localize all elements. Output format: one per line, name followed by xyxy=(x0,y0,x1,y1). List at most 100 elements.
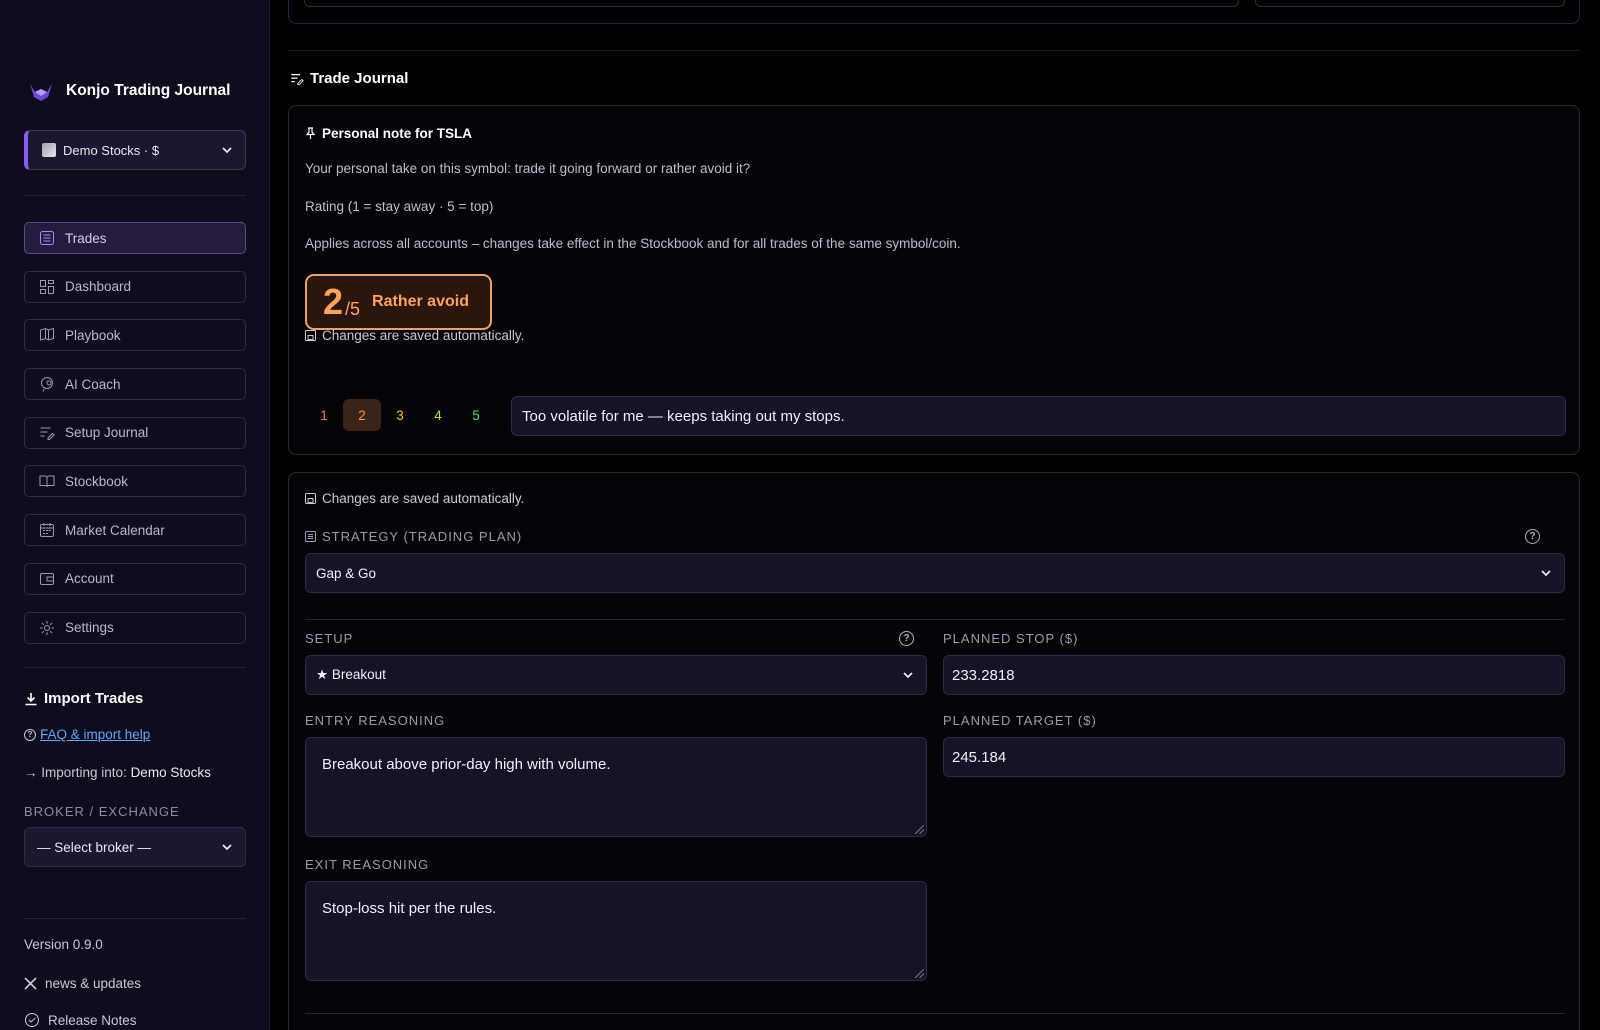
brand-name: Konjo Trading Journal xyxy=(66,82,231,99)
help-icon[interactable]: ? xyxy=(899,631,914,646)
divider xyxy=(305,1013,1565,1014)
entry-reasoning-textarea[interactable]: Breakout above prior-day high with volum… xyxy=(305,737,927,837)
rating-button-1[interactable]: 1 xyxy=(305,399,343,431)
trading-plan-card: Changes are saved automatically. STRATEG… xyxy=(288,472,1580,1030)
setup-label: SETUP xyxy=(305,631,354,646)
resize-handle-icon[interactable] xyxy=(915,825,924,834)
rating-badge: 2 /5 Rather avoid xyxy=(305,274,492,330)
divider xyxy=(24,195,246,196)
nav-item-trades[interactable]: Trades xyxy=(24,222,246,254)
x-logo-icon xyxy=(24,977,37,990)
version: Version 0.9.0 xyxy=(24,937,103,952)
rating-button-2[interactable]: 2 xyxy=(343,399,381,431)
import-trades-title: Import Trades xyxy=(24,690,143,707)
exit-reasoning-text: Stop-loss hit per the rules. xyxy=(322,900,497,917)
nav-item-settings[interactable]: Settings xyxy=(24,611,246,644)
broker-select[interactable]: — Select broker — xyxy=(24,827,246,867)
planned-stop-label: PLANNED STOP ($) xyxy=(943,631,1079,646)
divider xyxy=(24,667,246,668)
resize-handle-icon[interactable] xyxy=(915,969,924,978)
nav-label: Stockbook xyxy=(65,473,129,489)
rating-value: 2 xyxy=(323,281,344,322)
rating-max: /5 xyxy=(345,298,361,319)
divider xyxy=(24,918,246,919)
previous-input[interactable] xyxy=(304,0,1239,7)
import-trades-label: Import Trades xyxy=(44,690,144,707)
arrow-right-icon: → xyxy=(24,765,42,780)
rating-button-label: 4 xyxy=(434,407,442,423)
broker-label: BROKER / EXCHANGE xyxy=(24,804,180,819)
planned-stop-input[interactable]: 233.2818 xyxy=(943,655,1565,695)
rating-button-label: 3 xyxy=(396,407,404,423)
autosave-text: Changes are saved automatically. xyxy=(322,491,525,506)
rating-button-label: 2 xyxy=(358,407,366,423)
nav-item-ai-coach[interactable]: AI Coach xyxy=(24,368,246,401)
exit-reasoning-label: EXIT REASONING xyxy=(305,857,430,872)
rating-button-3[interactable]: 3 xyxy=(381,399,419,431)
strategy-label: STRATEGY (TRADING PLAN) xyxy=(305,529,522,544)
list-icon xyxy=(40,231,54,245)
chevron-down-icon xyxy=(903,672,913,679)
previous-input[interactable] xyxy=(1255,0,1565,7)
trade-journal-title: Trade Journal xyxy=(290,70,408,87)
brand[interactable]: Konjo Trading Journal xyxy=(28,80,230,102)
nav-label: Settings xyxy=(65,620,114,635)
importing-into: → Importing into: Demo Stocks xyxy=(24,765,211,780)
main-nav: Trades Dashboard Playbook AI Coach Setup… xyxy=(24,222,246,660)
trade-journal-label: Trade Journal xyxy=(310,70,409,87)
gear-icon xyxy=(40,620,54,635)
importing-prefix: Importing into: xyxy=(41,765,131,780)
help-icon[interactable]: ? xyxy=(1525,529,1540,544)
help-icon: ? xyxy=(24,728,36,741)
list-icon xyxy=(305,531,316,542)
nav-item-account[interactable]: Account xyxy=(24,562,246,595)
chevron-down-icon xyxy=(222,844,232,851)
broker-select-value: — Select broker — xyxy=(37,839,152,855)
faq-row: ? FAQ & import help xyxy=(24,727,150,742)
dashboard-icon xyxy=(40,279,54,294)
autosave-notice: Changes are saved automatically. xyxy=(305,491,524,506)
release-notes-link[interactable]: Release Notes xyxy=(24,1012,137,1028)
pin-icon xyxy=(305,127,316,139)
sidebar: Konjo Trading Journal Demo Stocks · $ Tr… xyxy=(0,0,270,1030)
autosave-notice: Changes are saved automatically. xyxy=(305,328,524,343)
strategy-select-value: Gap & Go xyxy=(316,565,377,581)
calendar-icon xyxy=(40,523,54,538)
setup-select-value: ★ Breakout xyxy=(316,667,386,682)
chart-icon xyxy=(42,143,56,157)
nav-item-stockbook[interactable]: Stockbook xyxy=(24,465,246,498)
nav-item-setup-journal[interactable]: Setup Journal xyxy=(24,416,246,449)
account-select-value: Demo Stocks · $ xyxy=(63,142,160,158)
nav-item-playbook[interactable]: Playbook xyxy=(24,319,246,352)
autosave-text: Changes are saved automatically. xyxy=(322,328,525,343)
journal-icon xyxy=(291,73,304,85)
rating-label: Rather avoid xyxy=(372,293,469,310)
release-notes-label: Release Notes xyxy=(48,1012,137,1028)
divider xyxy=(288,50,1580,51)
news-link[interactable]: news & updates xyxy=(24,976,141,991)
save-icon xyxy=(305,493,316,504)
nav-item-dashboard[interactable]: Dashboard xyxy=(24,270,246,303)
check-badge-icon xyxy=(25,1013,39,1027)
journal-icon xyxy=(40,427,55,440)
setup-select[interactable]: ★ Breakout xyxy=(305,655,927,695)
symbol-note-input[interactable]: Too volatile for me — keeps taking out m… xyxy=(511,396,1566,436)
nav-label: Dashboard xyxy=(65,279,132,295)
personal-note-card: Personal note for TSLA Your personal tak… xyxy=(288,105,1580,455)
strategy-select[interactable]: Gap & Go xyxy=(305,553,1565,593)
rating-button-4[interactable]: 4 xyxy=(419,399,457,431)
divider xyxy=(305,619,1565,620)
rating-button-label: 1 xyxy=(320,407,328,423)
nav-label: Market Calendar xyxy=(65,522,165,538)
planned-target-input[interactable]: 245.184 xyxy=(943,737,1565,777)
main-content: Trade Journal Personal note for TSLA You… xyxy=(270,0,1600,1030)
download-icon xyxy=(25,692,37,705)
rating-button-5[interactable]: 5 xyxy=(457,399,495,431)
note-question: Your personal take on this symbol: trade… xyxy=(305,161,751,176)
playbook-icon xyxy=(40,328,54,342)
account-select[interactable]: Demo Stocks · $ xyxy=(24,130,246,170)
faq-link[interactable]: FAQ & import help xyxy=(40,727,150,742)
exit-reasoning-textarea[interactable]: Stop-loss hit per the rules. xyxy=(305,881,927,981)
book-icon xyxy=(39,475,55,488)
nav-item-market-calendar[interactable]: Market Calendar xyxy=(24,514,246,547)
